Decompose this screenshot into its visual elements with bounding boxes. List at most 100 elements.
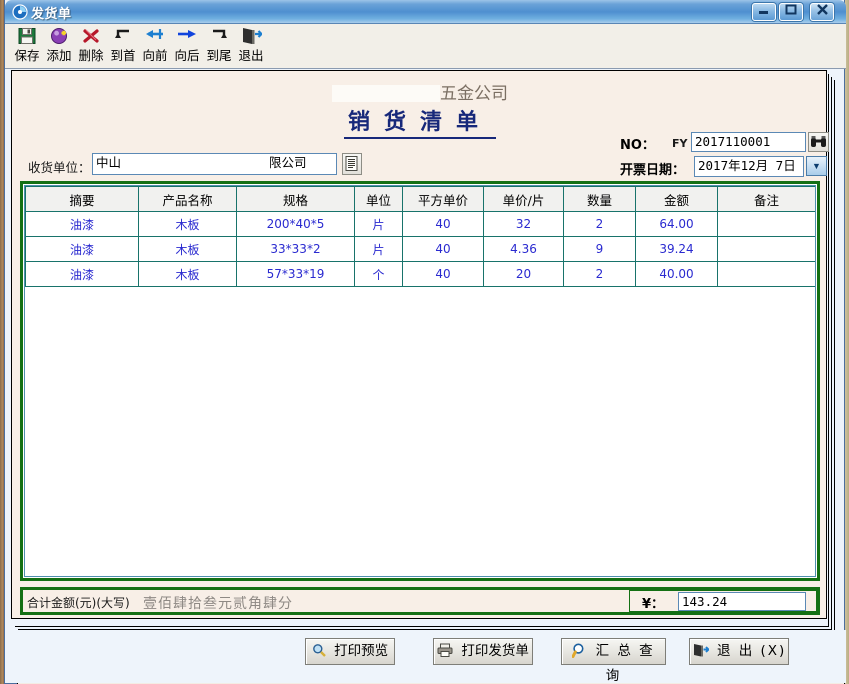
window-titlebar[interactable]: 发货单 [5,0,846,24]
cell-spec[interactable]: 33*33*2 [236,236,355,262]
exit-button[interactable]: 退 出 (X) [689,638,789,665]
toolbar-save[interactable]: 保存 [10,26,44,68]
total-amount-group: ¥： 143.24 [629,590,817,612]
cell-spec[interactable]: 57*33*19 [236,261,355,287]
no-input[interactable]: 2017110001 [691,132,806,152]
print-preview-button[interactable]: 打印预览 [305,638,395,665]
cell-remark[interactable] [717,261,815,287]
binoculars-icon [810,136,827,153]
cell-product[interactable]: 木板 [138,236,237,262]
currency-symbol: ¥： [642,597,665,612]
page-title-c1: 销 [347,110,384,135]
receiver-input[interactable]: 中山 限公司 [92,153,337,175]
cell-unitprice[interactable]: 32 [483,211,564,237]
receiver-value-end: 限公司 [269,155,307,170]
line-items-table: 摘要 产品名称 规格 单位 平方单价 单价/片 数量 金额 备注 油漆 木板 2… [25,186,815,287]
close-button[interactable] [810,3,834,21]
prev-record-icon [138,26,172,48]
minimize-button[interactable] [752,3,776,21]
col-header-summary[interactable]: 摘要 [25,186,139,212]
receiver-value-start: 中山 [96,155,122,170]
toolbar-delete[interactable]: 删除 [74,26,108,68]
document-list-icon [345,156,359,176]
cell-unit[interactable]: 片 [354,211,403,237]
col-header-sqprice[interactable]: 平方单价 [402,186,484,212]
exit-door-icon [234,26,268,48]
no-search-button[interactable] [808,132,829,152]
toolbar-next[interactable]: 向后 [170,26,204,68]
cell-amount[interactable]: 64.00 [635,211,718,237]
toolbar-add[interactable]: 添加 [42,26,76,68]
cell-amount[interactable]: 39.24 [635,236,718,262]
frame-line-4 [15,626,829,627]
cell-product[interactable]: 木板 [138,261,237,287]
col-header-product[interactable]: 产品名称 [138,186,237,212]
cell-sqprice[interactable]: 40 [402,261,484,287]
col-header-amount[interactable]: 金额 [635,186,718,212]
invoice-paper: 五金公司 销货清单 NO： FY 2017110001 开票日期： 2017年1… [11,70,829,619]
cell-remark[interactable] [717,211,815,237]
cell-summary[interactable]: 油漆 [25,261,139,287]
toolbar-first-label: 到首 [110,49,136,63]
invoice-date-input[interactable]: 2017年12月 7日 [694,156,804,177]
cell-qty[interactable]: 2 [563,211,636,237]
toolbar-last-label: 到尾 [206,49,232,63]
total-amount-input[interactable]: 143.24 [678,592,806,611]
cell-summary[interactable]: 油漆 [25,211,139,237]
screen: 发货单 保存 添加 删除 到首 向前 向后 到尾 退出 五金公司 销货清单 NO… [0,0,849,684]
cell-unit[interactable]: 个 [354,261,403,287]
col-header-qty[interactable]: 数量 [563,186,636,212]
receiver-picker-button[interactable] [342,153,362,175]
toolbar-last[interactable]: 到尾 [202,26,236,68]
table-row[interactable]: 油漆 木板 57*33*19 个 40 20 2 40.00 [25,261,815,287]
cell-unit[interactable]: 片 [354,236,403,262]
action-button-bar: 打印预览 打印发货单 汇 总 查 询 退 出 (X) [5,630,846,684]
table-row[interactable]: 油漆 木板 200*40*5 片 40 32 2 64.00 [25,211,815,237]
print-preview-label: 打印预览 [334,643,389,659]
page-title-c4: 单 [456,110,493,135]
cell-qty[interactable]: 9 [563,236,636,262]
maximize-button[interactable] [779,3,803,21]
line-items-grid-inner: 摘要 产品名称 规格 单位 平方单价 单价/片 数量 金额 备注 油漆 木板 2… [24,185,816,577]
summary-query-label: 汇 总 查 询 [595,643,655,684]
delete-x-icon [74,26,108,48]
cell-amount[interactable]: 40.00 [635,261,718,287]
next-record-icon [170,26,204,48]
col-header-remark[interactable]: 备注 [717,186,815,212]
frame-line-2 [831,77,832,629]
cell-qty[interactable]: 2 [563,261,636,287]
table-row[interactable]: 油漆 木板 33*33*2 片 40 4.36 9 39.24 [25,236,815,262]
col-header-unitprice[interactable]: 单价/片 [483,186,564,212]
date-dropdown-arrow[interactable]: ▼ [806,156,827,176]
cell-unitprice[interactable]: 20 [483,261,564,287]
line-items-grid[interactable]: 摘要 产品名称 规格 单位 平方单价 单价/片 数量 金额 备注 油漆 木板 2… [20,181,820,581]
company-name-suffix: 五金公司 [440,84,508,104]
cell-remark[interactable] [717,236,815,262]
add-circle-icon [42,26,76,48]
toolbar-prev[interactable]: 向前 [138,26,172,68]
toolbar-exit[interactable]: 退出 [234,26,268,68]
magnifier-blue-icon [571,643,591,659]
table-header-row: 摘要 产品名称 规格 单位 平方单价 单价/片 数量 金额 备注 [25,186,815,212]
last-record-icon [202,26,236,48]
first-record-icon [106,26,140,48]
cell-sqprice[interactable]: 40 [402,236,484,262]
cell-summary[interactable]: 油漆 [25,236,139,262]
toolbar-delete-label: 删除 [78,49,104,63]
toolbar-first[interactable]: 到首 [106,26,140,68]
cell-unitprice[interactable]: 4.36 [483,236,564,262]
total-label: 合计金额(元)(大写) [27,596,130,610]
form-stage: 五金公司 销货清单 NO： FY 2017110001 开票日期： 2017年1… [11,70,845,684]
col-header-spec[interactable]: 规格 [236,186,355,212]
chevron-down-icon: ▼ [812,161,821,171]
summary-query-button[interactable]: 汇 总 查 询 [561,638,666,684]
print-invoice-button[interactable]: 打印发货单 [433,638,533,665]
cell-sqprice[interactable]: 40 [402,211,484,237]
window-title: 发货单 [31,6,72,21]
receiver-value-redaction [121,155,270,169]
cell-spec[interactable]: 200*40*5 [236,211,355,237]
toolbar-next-label: 向后 [174,49,200,63]
col-header-unit[interactable]: 单位 [354,186,403,212]
toolbar-exit-label: 退出 [238,49,264,63]
cell-product[interactable]: 木板 [138,211,237,237]
